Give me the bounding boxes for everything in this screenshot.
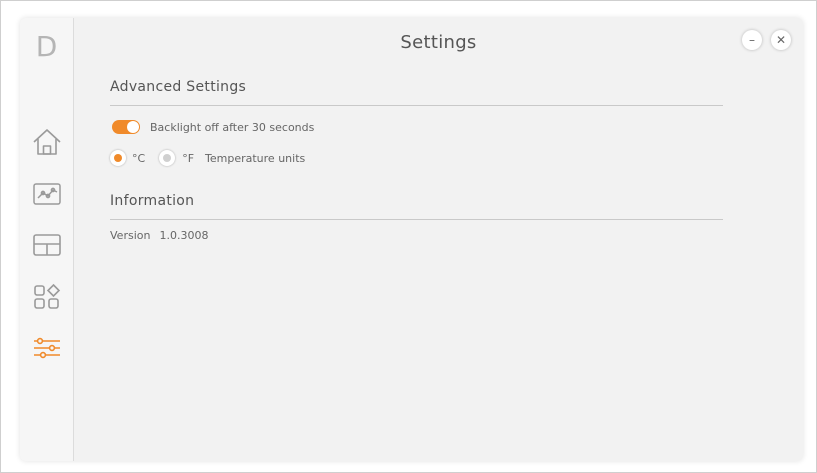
- celsius-radio[interactable]: [110, 150, 126, 166]
- information-divider: [110, 219, 723, 220]
- sliders-icon: [34, 337, 60, 359]
- sidebar-item-apps[interactable]: [30, 280, 64, 314]
- version-row: Version 1.0.3008: [110, 229, 208, 242]
- sidebar: D: [20, 18, 74, 461]
- app-logo: D: [35, 30, 58, 63]
- sidebar-item-charts[interactable]: [30, 177, 64, 211]
- radio-dot: [163, 154, 172, 162]
- layout-icon: [33, 234, 61, 256]
- fahrenheit-radio[interactable]: [159, 150, 176, 166]
- close-icon: ✕: [775, 33, 787, 47]
- minimize-icon: –: [749, 33, 755, 47]
- close-button[interactable]: ✕: [771, 30, 791, 50]
- sidebar-item-home[interactable]: [30, 125, 64, 159]
- fahrenheit-label: °F: [182, 151, 195, 165]
- outer-frame: D Settings – ✕ Advanced Settings Backlig…: [0, 0, 817, 473]
- backlight-toggle[interactable]: [112, 120, 140, 134]
- sidebar-item-settings[interactable]: [30, 331, 64, 365]
- backlight-row: Backlight off after 30 seconds: [110, 120, 314, 134]
- information-heading: Information: [110, 193, 195, 209]
- backlight-label: Backlight off after 30 seconds: [150, 120, 315, 134]
- radio-dot: [114, 154, 122, 162]
- apps-icon: [34, 283, 61, 309]
- advanced-settings-heading: Advanced Settings: [110, 79, 247, 95]
- version-label: Version: [110, 229, 151, 242]
- toggle-knob: [127, 121, 139, 133]
- home-icon: [33, 129, 61, 155]
- celsius-label: °C: [132, 151, 146, 165]
- temperature-units-label: Temperature units: [205, 151, 306, 165]
- sidebar-item-layout[interactable]: [30, 228, 64, 262]
- page-title: Settings: [400, 32, 477, 53]
- temperature-row: °C °F Temperature units: [110, 150, 305, 166]
- chart-icon: [33, 183, 61, 205]
- app-window: D Settings – ✕ Advanced Settings Backlig…: [20, 18, 803, 461]
- version-value: 1.0.3008: [159, 229, 209, 242]
- advanced-divider: [110, 105, 723, 106]
- minimize-button[interactable]: –: [742, 30, 762, 50]
- main-content: Settings – ✕ Advanced Settings Backlight…: [74, 18, 803, 461]
